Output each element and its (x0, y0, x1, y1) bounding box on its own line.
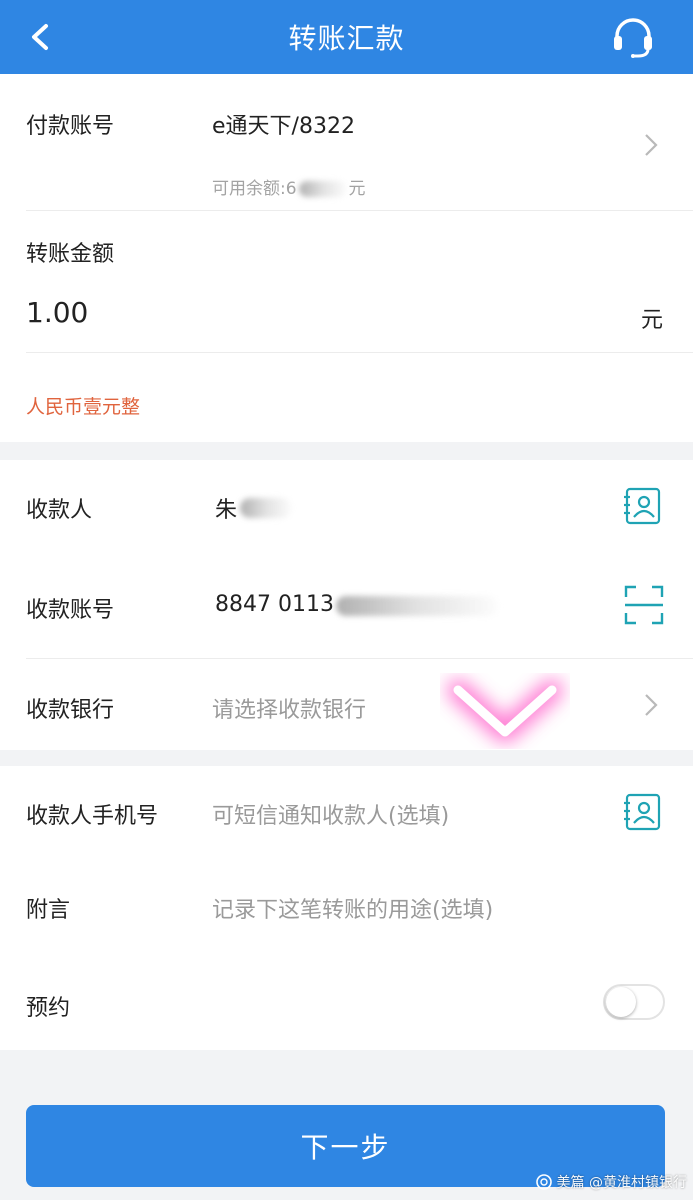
payer-account-value[interactable]: e通天下/8322 (212, 108, 355, 140)
payee-name-label: 收款人 (26, 498, 93, 523)
payee-account-input[interactable]: 8847 0113 (215, 592, 334, 617)
memo-label: 附言 (26, 898, 71, 923)
amount-in-words: 人民币壹元整 (26, 396, 141, 418)
masked-name (240, 498, 292, 518)
memo-input[interactable]: 记录下这笔转账的用途(选填) (212, 892, 493, 924)
scan-icon[interactable] (623, 584, 665, 626)
top-bar: 转账汇款 (0, 0, 693, 74)
balance-unit: 元 (348, 179, 366, 199)
payee-account-value: 8847 0113 (215, 592, 334, 617)
payee-bank-label: 收款银行 (26, 698, 115, 723)
payee-phone-input[interactable]: 可短信通知收款人(选填) (212, 798, 449, 830)
payee-name-value: 朱 (215, 498, 238, 523)
amount-input[interactable]: 1.00 (26, 296, 88, 329)
chevron-right-icon[interactable] (643, 132, 659, 158)
payer-account-label: 付款账号 (26, 114, 115, 139)
available-balance: 可用余额:6 元 (212, 174, 366, 199)
amount-unit: 元 (640, 308, 663, 333)
contact-card-icon[interactable] (623, 792, 663, 832)
payee-bank-select[interactable]: 请选择收款银行 (212, 692, 366, 724)
watermark-text: 美篇 @黄淮村镇银行 (556, 1175, 687, 1191)
highlight-chevron-down-icon (447, 679, 563, 743)
schedule-label: 预约 (26, 996, 71, 1021)
balance-prefix: 可用余额:6 (212, 179, 297, 199)
schedule-toggle[interactable] (603, 984, 665, 1020)
divider (26, 658, 693, 659)
meipian-logo-icon (535, 1174, 552, 1190)
chevron-right-icon[interactable] (643, 692, 659, 718)
toggle-knob (606, 987, 636, 1017)
payee-account-label: 收款账号 (26, 598, 115, 623)
amount-label: 转账金额 (26, 242, 115, 267)
payment-section: 付款账号 e通天下/8322 可用余额:6 元 转账金额 1.00 元 人民币壹元… (0, 74, 693, 442)
masked-account (336, 596, 498, 616)
page-title: 转账汇款 (288, 22, 405, 55)
payee-name-input[interactable]: 朱 (215, 492, 237, 524)
contact-card-icon[interactable] (623, 486, 663, 526)
payee-phone-label: 收款人手机号 (26, 804, 159, 829)
divider (26, 352, 693, 353)
masked-balance (298, 181, 347, 197)
payee-section: 收款人 朱 收款账号 8847 0113 收款银行 请选择收款银行 (0, 460, 693, 750)
extra-section: 收款人手机号 可短信通知收款人(选填) 附言 记录下这笔转账的用途(选填) 预约 (0, 766, 693, 1050)
divider (26, 210, 693, 211)
back-icon[interactable] (26, 20, 56, 54)
watermark: 美篇 @黄淮村镇银行 (535, 1172, 687, 1192)
headset-icon[interactable] (611, 16, 655, 58)
